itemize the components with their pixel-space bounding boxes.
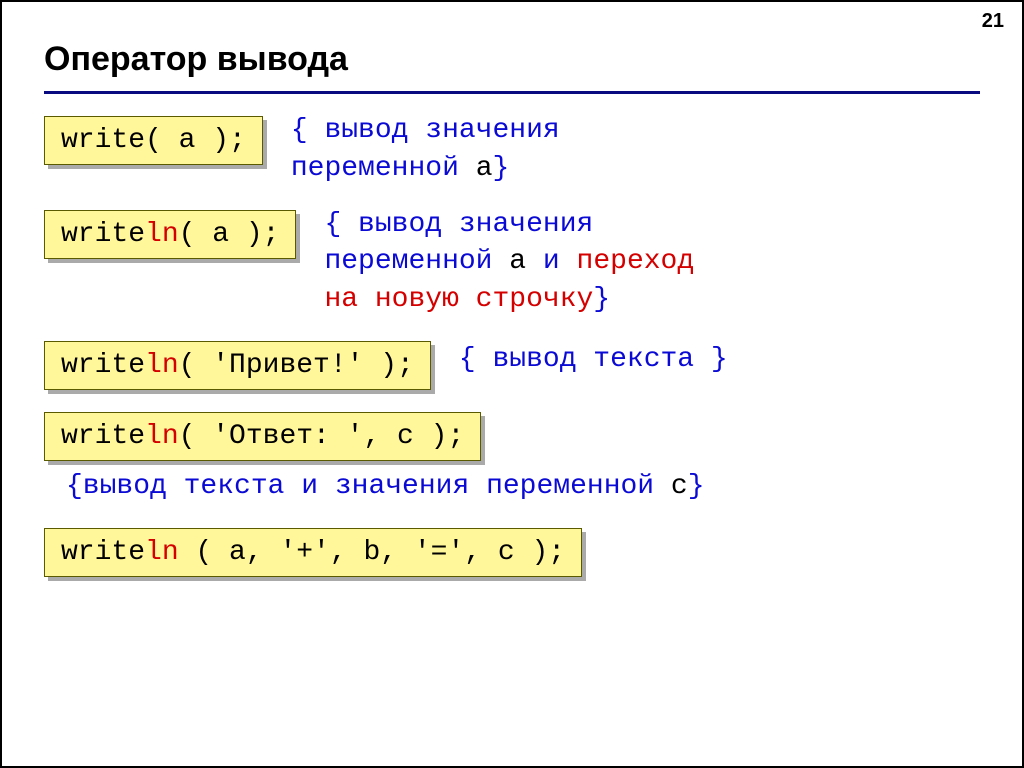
comment-4: {вывод текста и значения переменной c}: [66, 471, 980, 502]
code-write: write: [61, 219, 145, 250]
code-ln: ln: [145, 219, 179, 250]
example-row-4: writeln( 'Ответ: ', c );: [44, 412, 980, 461]
code-box-1: write( a );: [44, 116, 263, 165]
comment-text: }: [688, 471, 705, 502]
example-row-5: writeln ( a, '+', b, '=', c );: [44, 528, 980, 577]
code-ln: ln: [145, 350, 179, 381]
slide-title: Оператор вывода: [2, 2, 1022, 79]
comment-var: a: [509, 246, 526, 277]
comment-text: }: [493, 153, 510, 184]
comment-red: на новую строчку: [324, 284, 593, 315]
comment-1: { вывод значения переменной a}: [291, 112, 560, 188]
code-box-5: writeln ( a, '+', b, '=', c );: [44, 528, 582, 577]
code-write: write: [61, 537, 145, 568]
comment-text: переменной: [324, 246, 509, 277]
comment-3: { вывод текста }: [459, 341, 728, 379]
code-box-3: writeln( 'Привет!' );: [44, 341, 431, 390]
code-box-2: writeln( a );: [44, 210, 296, 259]
slide-content: write( a ); { вывод значения переменной …: [2, 94, 1022, 577]
comment-text: {вывод текста и значения переменной: [66, 471, 671, 502]
example-row-2: writeln( a ); { вывод значения переменно…: [44, 210, 980, 319]
code-post: ( a );: [179, 219, 280, 250]
comment-text: и: [526, 246, 576, 277]
code-write: write: [61, 421, 145, 452]
example-row-1: write( a ); { вывод значения переменной …: [44, 116, 980, 188]
code-write: write: [61, 350, 145, 381]
code-box-4: writeln( 'Ответ: ', c );: [44, 412, 481, 461]
comment-text: { вывод значения: [291, 115, 560, 146]
code-post: ( a, '+', b, '=', c );: [179, 537, 565, 568]
comment-text: переменной: [291, 153, 476, 184]
comment-2: { вывод значения переменной a и переход …: [324, 206, 694, 319]
page-number: 21: [982, 10, 1004, 33]
code-ln: ln: [145, 421, 179, 452]
comment-red: переход: [577, 246, 695, 277]
code-ln: ln: [145, 537, 179, 568]
code-post: ( 'Привет!' );: [179, 350, 414, 381]
example-row-3: writeln( 'Привет!' ); { вывод текста }: [44, 341, 980, 390]
comment-text: { вывод значения: [324, 209, 593, 240]
comment-var: c: [671, 471, 688, 502]
code-post: ( 'Ответ: ', c );: [179, 421, 465, 452]
comment-text: }: [593, 284, 610, 315]
comment-var: a: [476, 153, 493, 184]
